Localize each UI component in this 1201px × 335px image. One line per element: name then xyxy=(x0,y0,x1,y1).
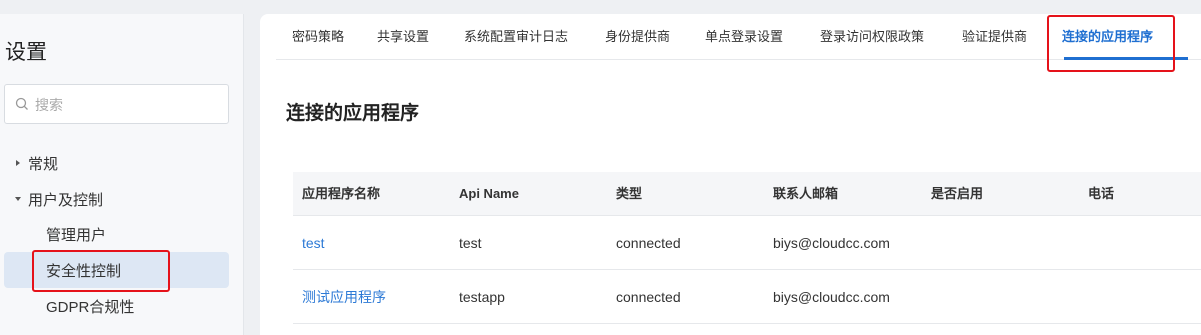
sidebar-item-label: 常规 xyxy=(28,155,59,173)
tab-auth-provider[interactable]: 验证提供商 xyxy=(962,14,1027,60)
column-header[interactable]: 应用程序名称 xyxy=(302,172,380,216)
sidebar-item-label: 用户及控制 xyxy=(28,191,104,209)
email-cell: biys@cloudcc.com xyxy=(773,289,890,305)
caret-right-icon xyxy=(16,160,20,166)
page-title: 连接的应用程序 xyxy=(286,103,420,124)
sidebar-item-label: GDPR合规性 xyxy=(46,298,135,316)
column-header[interactable]: Api Name xyxy=(459,172,519,216)
search-box[interactable] xyxy=(4,84,229,124)
sidebar-item-security-control[interactable]: 安全性控制 xyxy=(4,252,229,288)
column-header[interactable]: 联系人邮箱 xyxy=(773,172,838,216)
tab-password-policy[interactable]: 密码策略 xyxy=(292,14,344,60)
api-name-cell: testapp xyxy=(459,289,505,305)
sidebar-item-label: 安全性控制 xyxy=(46,262,122,280)
tab-sharing-settings[interactable]: 共享设置 xyxy=(377,14,429,60)
active-tab-indicator xyxy=(1064,57,1188,60)
tab-login-access-policy[interactable]: 登录访问权限政策 xyxy=(820,14,924,60)
api-name-cell: test xyxy=(459,235,482,251)
search-icon xyxy=(15,97,28,110)
table-row: 测试应用程序 testapp connected biys@cloudcc.co… xyxy=(293,270,1201,324)
tab-bar: 密码策略 共享设置 系统配置审计日志 身份提供商 单点登录设置 登录访问权限政策… xyxy=(276,14,1201,60)
table-header: 应用程序名称 Api Name 类型 联系人邮箱 是否启用 电话 xyxy=(293,172,1201,216)
column-header[interactable]: 是否启用 xyxy=(931,172,983,216)
type-cell: connected xyxy=(616,289,681,305)
caret-down-icon xyxy=(15,197,21,201)
column-header[interactable]: 类型 xyxy=(616,172,642,216)
column-header[interactable]: 电话 xyxy=(1088,172,1114,216)
type-cell: connected xyxy=(616,235,681,251)
tab-config-audit-log[interactable]: 系统配置审计日志 xyxy=(464,14,568,60)
email-cell: biys@cloudcc.com xyxy=(773,235,890,251)
sidebar-item-users-and-control[interactable]: 用户及控制 xyxy=(12,188,103,210)
search-input[interactable] xyxy=(35,94,220,116)
app-name-link[interactable]: 测试应用程序 xyxy=(302,270,386,324)
settings-sidebar: 设置 常规 用户及控制 管理用户 安全性控制 GDPR合规性 xyxy=(0,14,244,335)
sidebar-title: 设置 xyxy=(5,41,47,64)
tab-connected-apps[interactable]: 连接的应用程序 xyxy=(1062,14,1153,60)
tab-identity-provider[interactable]: 身份提供商 xyxy=(605,14,670,60)
app-name-link[interactable]: test xyxy=(302,216,325,270)
main-panel: 密码策略 共享设置 系统配置审计日志 身份提供商 单点登录设置 登录访问权限政策… xyxy=(260,14,1201,335)
sidebar-item-manage-users[interactable]: 管理用户 xyxy=(4,216,229,252)
sidebar-item-label: 管理用户 xyxy=(46,226,107,244)
tab-sso-settings[interactable]: 单点登录设置 xyxy=(705,14,783,60)
sidebar-item-general[interactable]: 常规 xyxy=(12,152,58,174)
table-row: test test connected biys@cloudcc.com xyxy=(293,216,1201,270)
sidebar-item-gdpr[interactable]: GDPR合规性 xyxy=(4,288,229,324)
